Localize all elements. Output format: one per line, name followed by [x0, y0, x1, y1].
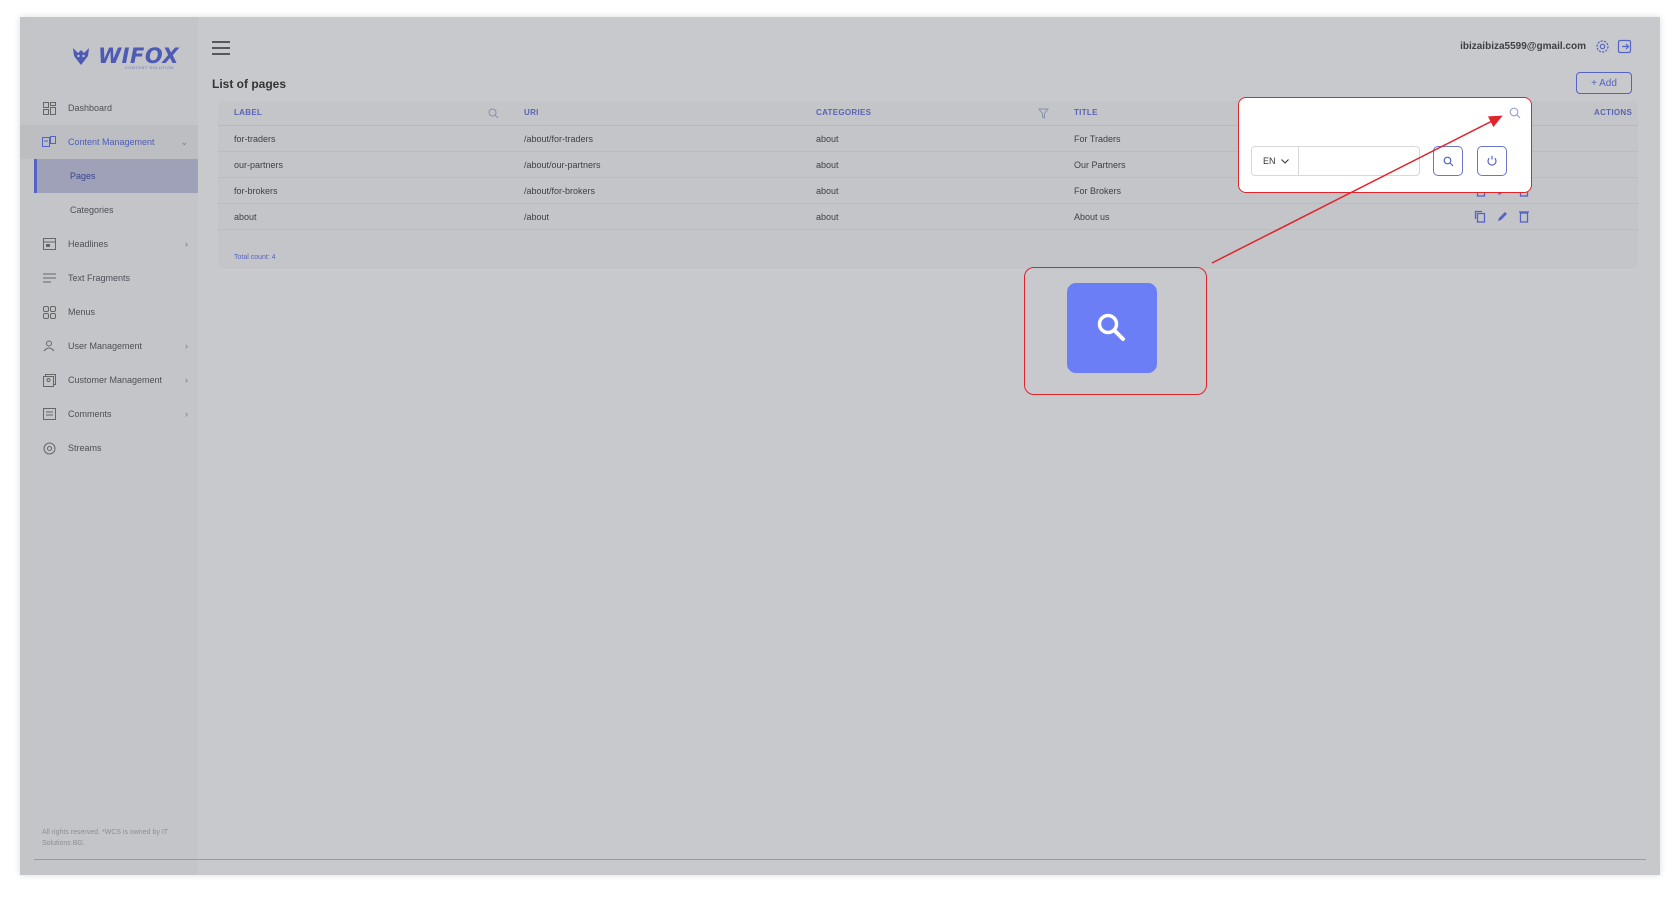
search-icon[interactable] — [1509, 107, 1521, 119]
sidebar-item-label: Content Management — [68, 137, 155, 147]
cell-categories: about — [816, 134, 839, 144]
sidebar-item-headlines[interactable]: Headlines › — [20, 227, 198, 261]
sidebar-sub-label: Pages — [70, 171, 96, 181]
reset-icon — [1487, 155, 1497, 166]
fox-logo-icon — [73, 48, 89, 65]
zoom-callout — [1024, 267, 1207, 395]
search-popup: EN — [1238, 97, 1532, 193]
sidebar-item-categories[interactable]: Categories — [34, 193, 198, 227]
cell-title: For Traders — [1074, 134, 1121, 144]
cell-label: our-partners — [234, 160, 284, 170]
cell-uri: /about/our-partners — [524, 160, 601, 170]
cell-categories: about — [816, 186, 839, 196]
cell-title: About us — [1074, 212, 1110, 222]
sidebar-item-label: Headlines — [68, 239, 109, 249]
search-icon[interactable] — [488, 108, 499, 119]
search-icon — [1443, 156, 1453, 166]
sidebar-item-user-management[interactable]: User Management › — [20, 329, 198, 363]
sidebar-item-menus[interactable]: Menus — [20, 295, 198, 329]
chevron-right-icon: › — [185, 239, 188, 249]
search-button[interactable] — [1433, 146, 1463, 176]
comments-icon — [42, 407, 56, 421]
dashboard-icon — [42, 101, 56, 115]
total-count: Total count: 4 — [234, 254, 276, 261]
table-row[interactable]: about /about about About us — [218, 204, 1638, 230]
chevron-down-icon: ⌄ — [180, 136, 188, 147]
cell-uri: /about — [524, 212, 550, 222]
streams-icon — [42, 441, 56, 455]
logout-icon[interactable] — [1617, 39, 1632, 54]
copy-icon[interactable] — [1474, 210, 1486, 224]
sidebar-item-customer-management[interactable]: Customer Management › — [20, 363, 198, 397]
cell-uri: /about/for-brokers — [524, 186, 596, 196]
brand-logo[interactable]: WIFOX CONTENT SOLUTION — [70, 39, 179, 73]
search-input[interactable] — [1298, 146, 1420, 176]
cell-title: For Brokers — [1074, 186, 1122, 196]
sidebar-item-label: Menus — [68, 307, 96, 317]
sidebar-item-content-management[interactable]: Content Management ⌄ — [20, 125, 198, 159]
language-value: EN — [1263, 156, 1276, 166]
sidebar-sub-label: Categories — [70, 205, 114, 215]
chevron-right-icon: › — [185, 375, 188, 385]
copyright-note: All rights reserved. *WCS is owned by IT… — [42, 829, 168, 847]
search-icon — [1097, 313, 1125, 341]
column-header-categories[interactable]: CATEGORIES — [816, 108, 871, 117]
column-header-title[interactable]: TITLE — [1074, 108, 1098, 117]
chevron-right-icon: › — [185, 341, 188, 351]
sidebar-item-dashboard[interactable]: Dashboard — [20, 91, 198, 125]
cell-label: for-brokers — [234, 186, 278, 196]
sidebar-item-pages[interactable]: Pages — [34, 159, 198, 193]
sidebar-item-label: User Management — [68, 341, 143, 351]
brand-tagline: CONTENT SOLUTION — [125, 65, 174, 70]
chevron-down-icon — [1280, 158, 1289, 164]
sidebar-item-label: Dashboard — [68, 103, 113, 113]
delete-icon[interactable] — [1518, 210, 1530, 224]
sidebar: WIFOX CONTENT SOLUTION Dashboard Content… — [20, 17, 198, 875]
headlines-icon — [42, 237, 56, 251]
cell-categories: about — [816, 160, 839, 170]
add-page-button[interactable]: + Add — [1576, 72, 1632, 94]
text-icon — [42, 271, 56, 285]
customer-icon — [42, 373, 56, 387]
sidebar-item-label: Streams — [68, 443, 102, 453]
column-header-uri[interactable]: URI — [524, 108, 539, 117]
column-header-label[interactable]: LABEL — [234, 108, 262, 117]
cell-label: about — [234, 212, 257, 222]
menus-icon — [42, 305, 56, 319]
sidebar-item-label: Customer Management — [68, 375, 163, 385]
page-title: List of pages — [212, 77, 287, 91]
content-icon — [42, 135, 56, 149]
user-email: ibizaibiza5599@gmail.com — [1460, 41, 1586, 52]
reset-button[interactable] — [1477, 146, 1507, 176]
bottom-divider — [34, 859, 1646, 860]
app-window: WIFOX CONTENT SOLUTION Dashboard Content… — [20, 17, 1660, 875]
gear-icon[interactable] — [1595, 39, 1610, 54]
column-header-actions: ACTIONS — [1594, 108, 1633, 117]
edit-icon[interactable] — [1496, 210, 1508, 224]
language-select[interactable]: EN — [1251, 146, 1299, 176]
cell-uri: /about/for-traders — [524, 134, 594, 144]
sidebar-item-text-fragments[interactable]: Text Fragments — [20, 261, 198, 295]
filter-icon[interactable] — [1038, 108, 1049, 119]
users-icon — [42, 339, 56, 353]
zoomed-search-button[interactable] — [1067, 283, 1157, 373]
menu-toggle-icon[interactable] — [212, 41, 230, 55]
sidebar-item-label: Text Fragments — [68, 273, 131, 283]
sidebar-item-streams[interactable]: Streams — [20, 431, 198, 465]
chevron-right-icon: › — [185, 409, 188, 419]
sidebar-item-label: Comments — [68, 409, 112, 419]
sidebar-item-comments[interactable]: Comments › — [20, 397, 198, 431]
cell-categories: about — [816, 212, 839, 222]
cell-title: Our Partners — [1074, 160, 1126, 170]
cell-label: for-traders — [234, 134, 276, 144]
